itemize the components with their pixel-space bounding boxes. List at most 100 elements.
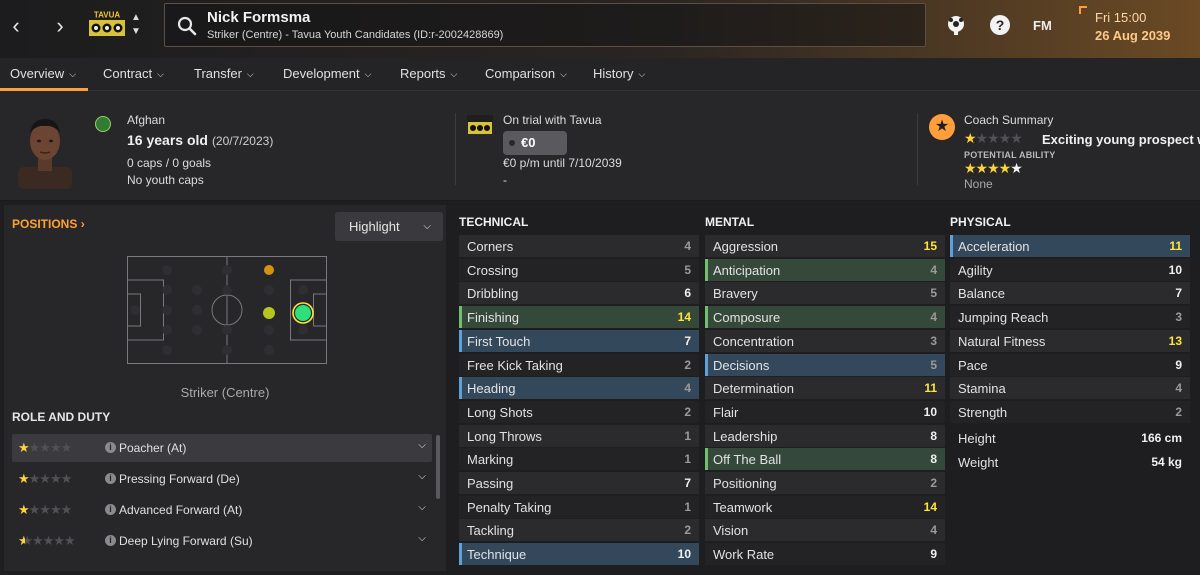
info-icon[interactable]: i — [105, 504, 116, 515]
attribute-row[interactable]: Heading 4 — [459, 377, 699, 400]
attribute-row[interactable]: Free Kick Taking 2 — [459, 353, 699, 376]
search-icon[interactable] — [177, 16, 197, 36]
attribute-value: 7 — [1175, 286, 1182, 301]
chevron-down-icon: ⌵ — [246, 69, 254, 79]
tab-reports[interactable]: Reports ⌵ — [400, 66, 457, 81]
date-day[interactable]: 26 Aug 2039 — [1095, 28, 1170, 43]
attribute-row[interactable]: Natural Fitness 13 — [950, 329, 1190, 352]
attribute-row[interactable]: Positioning 2 — [705, 472, 945, 494]
tab-overview[interactable]: Overview ⌵ — [10, 66, 76, 81]
tab-contract[interactable]: Contract ⌵ — [103, 66, 164, 81]
position-pitch — [127, 256, 327, 364]
chevron-down-icon[interactable]: ⌵ — [418, 533, 426, 544]
attribute-row[interactable]: Technique 10 — [459, 543, 699, 566]
highlight-label: Highlight — [349, 219, 400, 234]
role-row-advanced-forward[interactable]: ★★★★★ i Advanced Forward (At) ⌵ — [12, 496, 432, 524]
attribute-row[interactable]: Long Shots 2 — [459, 400, 699, 423]
role-duty-title: ROLE AND DUTY — [12, 410, 111, 424]
attribute-name: Finishing — [467, 310, 520, 326]
attribute-name: Aggression — [713, 239, 779, 254]
nation-flag-icon[interactable] — [95, 116, 111, 132]
info-icon[interactable]: i — [105, 442, 116, 453]
chevron-up-icon[interactable]: ▲ — [131, 13, 141, 23]
chevron-down-icon: ⌵ — [638, 69, 646, 79]
attribute-row[interactable]: Pace 9 — [950, 353, 1190, 376]
attribute-row[interactable]: Jumping Reach 3 — [950, 306, 1190, 329]
date-time[interactable]: Fri 15:00 — [1095, 10, 1146, 25]
attribute-row[interactable]: Flair 10 — [705, 400, 945, 423]
attribute-row[interactable]: Off The Ball 8 — [705, 448, 945, 471]
attribute-row[interactable]: Finishing 14 — [459, 306, 699, 329]
attribute-row[interactable]: Marking 1 — [459, 448, 699, 471]
value-tag[interactable]: €0 — [503, 131, 567, 155]
attribute-row[interactable]: Concentration 3 — [705, 329, 945, 352]
chevron-down-icon[interactable]: ⌵ — [418, 440, 426, 451]
attribute-row[interactable]: Determination 11 — [705, 377, 945, 400]
attribute-name: First Touch — [467, 333, 531, 349]
attribute-row[interactable]: Vision 4 — [705, 519, 945, 542]
attribute-row[interactable]: Bravery 5 — [705, 282, 945, 305]
trial-club-crest-icon[interactable] — [467, 115, 493, 135]
attribute-row[interactable]: Passing 7 — [459, 472, 699, 494]
fm-logo[interactable]: FM — [1033, 18, 1052, 33]
nationality[interactable]: Afghan — [127, 113, 165, 127]
attribute-row[interactable]: Corners 4 — [459, 235, 699, 257]
positions-title[interactable]: POSITIONS › — [12, 217, 85, 231]
chevron-down-icon[interactable]: ⌵ — [418, 502, 426, 513]
back-arrow-icon[interactable]: ‹ — [4, 12, 28, 40]
attribute-row[interactable]: Aggression 15 — [705, 235, 945, 257]
club-crest-icon[interactable]: TAVUA — [88, 9, 126, 37]
attribute-row[interactable]: Penalty Taking 1 — [459, 495, 699, 518]
ball-whistle-icon[interactable] — [945, 14, 967, 36]
position-aml-unconvincing[interactable] — [264, 265, 274, 275]
attribute-row[interactable]: Balance 7 — [950, 282, 1190, 305]
role-row-pressing-forward[interactable]: ★★★★★ i Pressing Forward (De) ⌵ — [12, 465, 432, 493]
attribute-name: Leadership — [713, 428, 778, 444]
chevron-down-icon[interactable]: ▼ — [131, 27, 141, 37]
roles-scrollbar[interactable] — [436, 435, 440, 499]
position-st-natural[interactable] — [295, 305, 311, 321]
tab-comparison[interactable]: Comparison ⌵ — [485, 66, 567, 81]
attribute-row[interactable]: Agility 10 — [950, 258, 1190, 281]
player-search-box[interactable]: Nick Formsma Striker (Centre) - Tavua Yo… — [164, 3, 926, 47]
attribute-row[interactable]: Composure 4 — [705, 306, 945, 329]
potential-ability-label: POTENTIAL ABILITY — [964, 150, 1056, 160]
attribute-row[interactable]: First Touch 7 — [459, 329, 699, 352]
tab-development[interactable]: Development ⌵ — [283, 66, 371, 81]
position-slots — [130, 265, 308, 355]
role-row-deep-lying-forward[interactable]: ★★★★★★ i Deep Lying Forward (Su) ⌵ — [12, 527, 432, 555]
attribute-row[interactable]: Teamwork 14 — [705, 495, 945, 518]
attribute-row[interactable]: Stamina 4 — [950, 377, 1190, 400]
attribute-row[interactable]: Tackling 2 — [459, 519, 699, 542]
attribute-row[interactable]: Leadership 8 — [705, 424, 945, 447]
role-row-poacher[interactable]: ★★★★★ i Poacher (At) ⌵ — [12, 434, 432, 462]
attribute-row[interactable]: Dribbling 6 — [459, 282, 699, 305]
bio-name: Height — [958, 431, 996, 446]
help-icon[interactable]: ? — [989, 14, 1011, 36]
player-avatar[interactable] — [18, 111, 72, 189]
attribute-name: Tackling — [467, 523, 514, 539]
attribute-name: Long Shots — [467, 404, 533, 420]
position-amc-competent[interactable] — [263, 307, 275, 319]
attribute-name: Penalty Taking — [467, 499, 552, 515]
attribute-row[interactable]: Crossing 5 — [459, 258, 699, 281]
attribute-value: 3 — [1175, 310, 1182, 325]
chevron-down-icon: ⌵ — [69, 69, 77, 79]
top-bar: ‹ › TAVUA ▲ ▼ Nick Formsma Striker (Cent… — [0, 0, 1200, 58]
forward-arrow-icon[interactable]: › — [48, 12, 72, 40]
attribute-row[interactable]: Long Throws 1 — [459, 424, 699, 447]
trial-status[interactable]: On trial with Tavua — [503, 113, 602, 127]
info-icon[interactable]: i — [105, 473, 116, 484]
attribute-row[interactable]: Strength 2 — [950, 400, 1190, 423]
highlight-dropdown[interactable]: Highlight ⌵ — [335, 212, 443, 241]
attribute-row[interactable]: Acceleration 11 — [950, 235, 1190, 257]
attribute-value: 2 — [684, 523, 691, 538]
attribute-row[interactable]: Anticipation 4 — [705, 258, 945, 281]
chevron-down-icon[interactable]: ⌵ — [418, 471, 426, 482]
info-icon[interactable]: i — [105, 535, 116, 546]
attribute-name: Bravery — [713, 286, 758, 302]
attribute-row[interactable]: Work Rate 9 — [705, 543, 945, 566]
attribute-row[interactable]: Decisions 5 — [705, 353, 945, 376]
tab-history[interactable]: History ⌵ — [593, 66, 645, 81]
tab-transfer[interactable]: Transfer ⌵ — [194, 66, 254, 81]
